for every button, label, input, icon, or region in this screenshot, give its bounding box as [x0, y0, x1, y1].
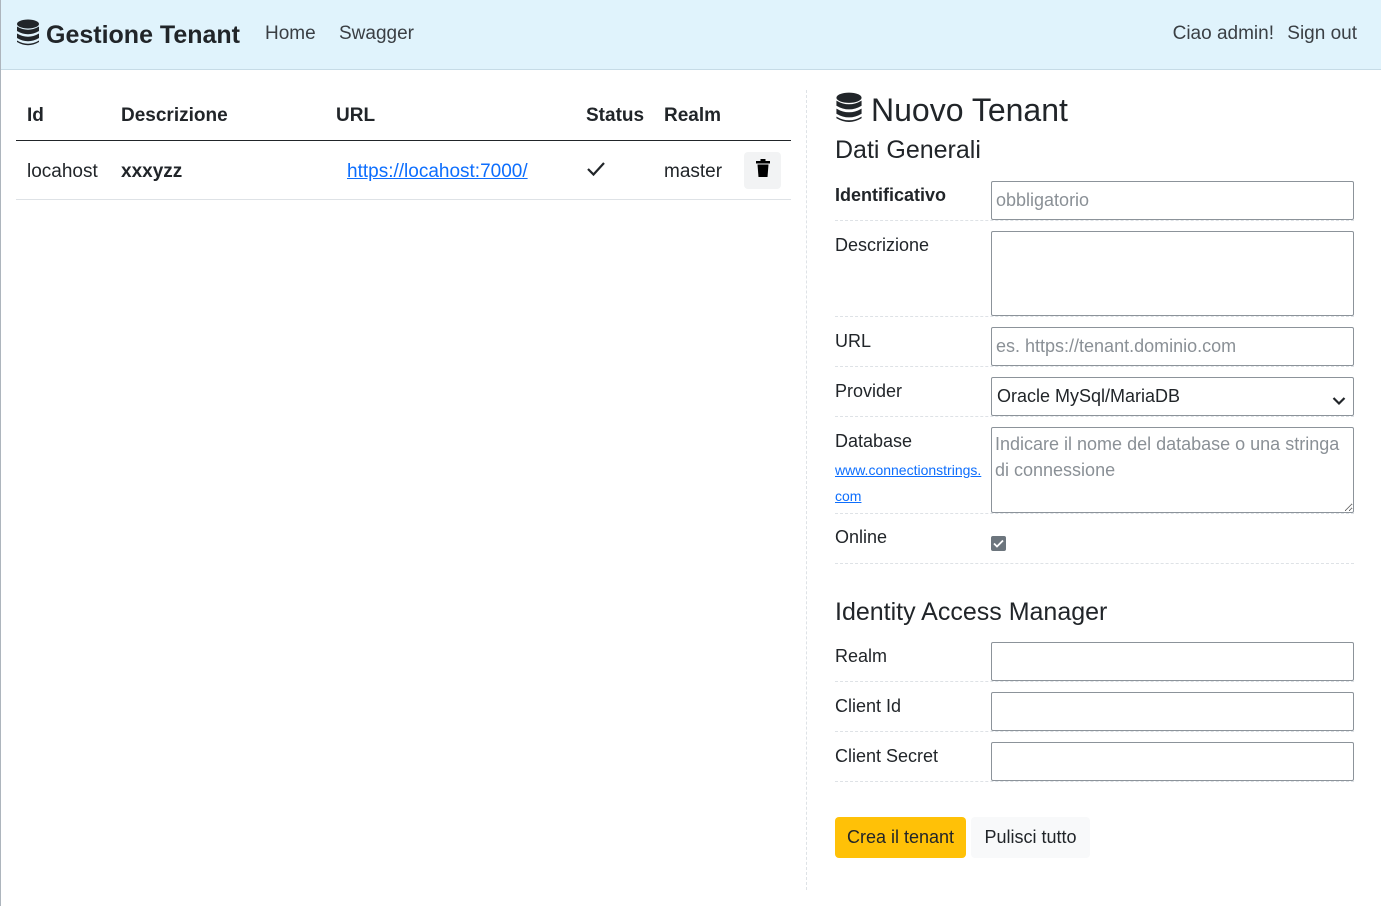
client-id-label: Client Id [835, 696, 902, 716]
online-label: Online [835, 527, 888, 547]
table-header: Id Descrizione URL Status Realm [16, 90, 791, 141]
top-navbar: Gestione Tenant Home Swagger Ciao admin!… [1, 0, 1381, 70]
identificativo-input[interactable] [991, 181, 1354, 220]
client-secret-label: Client Secret [835, 746, 939, 766]
greeting: Ciao admin! [1172, 23, 1274, 44]
check-icon [586, 160, 606, 184]
form-title-text: Nuovo Tenant [871, 92, 1068, 128]
column-header-descrizione: Descrizione [121, 105, 228, 126]
url-input[interactable] [991, 327, 1354, 366]
brand-title: Gestione Tenant [46, 20, 241, 49]
section-title-general: Dati Generali [835, 136, 981, 164]
url-label: URL [835, 331, 872, 351]
database-label: Database [835, 431, 913, 451]
row-identificativo: Identificativo [835, 181, 1354, 221]
user-area: Ciao admin! Sign out [1167, 23, 1357, 45]
tenant-table: Id Descrizione URL Status Realm locahost… [16, 90, 791, 200]
nav-link-home[interactable]: Home [265, 23, 316, 45]
cell-id: locahost [27, 161, 98, 182]
cell-descrizione: xxxyzz [121, 161, 183, 182]
online-checkbox[interactable] [991, 536, 1006, 551]
clear-all-button[interactable]: Pulisci tutto [971, 817, 1090, 858]
client-id-input[interactable] [991, 692, 1354, 731]
trash-icon [755, 159, 770, 182]
sign-out-link[interactable]: Sign out [1287, 23, 1357, 44]
provider-select[interactable]: Oracle MySql/MariaDB [991, 377, 1354, 416]
tenant-url-link[interactable]: https://locahost:7000/ [347, 161, 528, 182]
chevron-down-icon [1332, 390, 1346, 411]
column-divider [806, 90, 807, 890]
column-header-url: URL [336, 105, 376, 126]
section-title-iam: Identity Access Manager [835, 598, 1108, 626]
identificativo-label: Identificativo [835, 185, 947, 205]
row-url: URL [835, 327, 1354, 367]
row-realm: Realm [835, 642, 1354, 682]
realm-input[interactable] [991, 642, 1354, 681]
cell-realm: master [664, 161, 723, 182]
database-textarea[interactable] [991, 427, 1354, 513]
nav-link-swagger[interactable]: Swagger [339, 23, 414, 45]
create-tenant-button[interactable]: Crea il tenant [835, 817, 966, 858]
row-database: Database www.connectionstrings.com [835, 427, 1354, 514]
provider-label: Provider [835, 381, 903, 401]
client-secret-input[interactable] [991, 742, 1354, 781]
provider-selected-value: Oracle MySql/MariaDB [997, 386, 1181, 406]
form-title: Nuovo Tenant [835, 92, 1068, 129]
realm-label: Realm [835, 646, 888, 666]
row-client-secret: Client Secret [835, 742, 1354, 782]
connectionstrings-link[interactable]: www.connectionstrings.com [835, 457, 987, 509]
database-icon [835, 92, 863, 129]
brand[interactable]: Gestione Tenant [16, 19, 240, 51]
cell-url: https://locahost:7000/ [347, 161, 528, 183]
descrizione-label: Descrizione [835, 235, 930, 255]
row-client-id: Client Id [835, 692, 1354, 732]
column-header-realm: Realm [664, 105, 722, 126]
descrizione-textarea[interactable] [991, 231, 1354, 316]
column-header-status: Status [586, 105, 645, 126]
database-icon [16, 19, 40, 52]
table-row: locahost xxxyzz https://locahost:7000/ m… [16, 141, 791, 200]
row-descrizione: Descrizione [835, 231, 1354, 317]
delete-button[interactable] [744, 152, 781, 189]
row-provider: Provider Oracle MySql/MariaDB [835, 377, 1354, 417]
column-header-id: Id [27, 105, 44, 126]
row-online: Online [835, 524, 1354, 564]
